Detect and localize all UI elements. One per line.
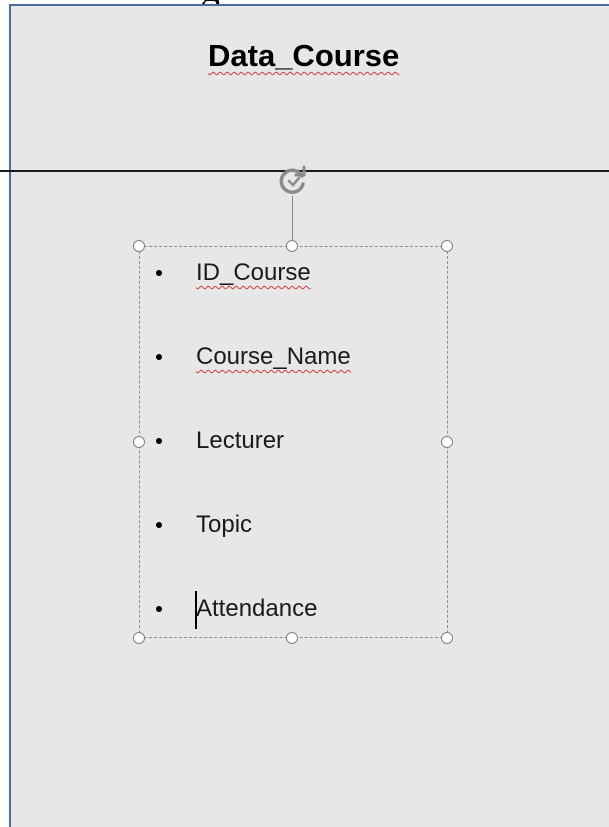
rotate-handle-icon[interactable] [272,160,312,200]
resize-handle-middle-right[interactable] [441,436,453,448]
resize-handle-bottom-center[interactable] [286,632,298,644]
bullet-icon [156,354,162,360]
bullet-icon [156,606,162,612]
resize-handle-bottom-right[interactable] [441,632,453,644]
resize-handle-top-left[interactable] [133,240,145,252]
rotate-handle-stem [292,196,293,246]
list-item-text: Attendance [196,595,318,622]
bullet-icon [156,270,162,276]
slide-title[interactable]: Data_Course [208,38,399,74]
text-box-selection-frame[interactable] [139,246,448,638]
resize-handle-middle-left[interactable] [133,436,145,448]
bullet-icon [156,522,162,528]
resize-handle-top-center[interactable] [286,240,298,252]
resize-handle-top-right[interactable] [441,240,453,252]
resize-handle-bottom-left[interactable] [133,632,145,644]
text-cursor [195,591,197,629]
bullet-icon [156,438,162,444]
list-item-text: Topic [196,511,253,538]
list-item-text: ID_Course [196,259,311,286]
list-item-text: Lecturer [196,427,285,454]
slide-title-text: Data_Course [208,38,400,73]
slide-editor-canvas: g Data_Course ID_Course Course_Name Lect… [0,0,609,827]
list-item-text: Course_Name [196,343,351,370]
